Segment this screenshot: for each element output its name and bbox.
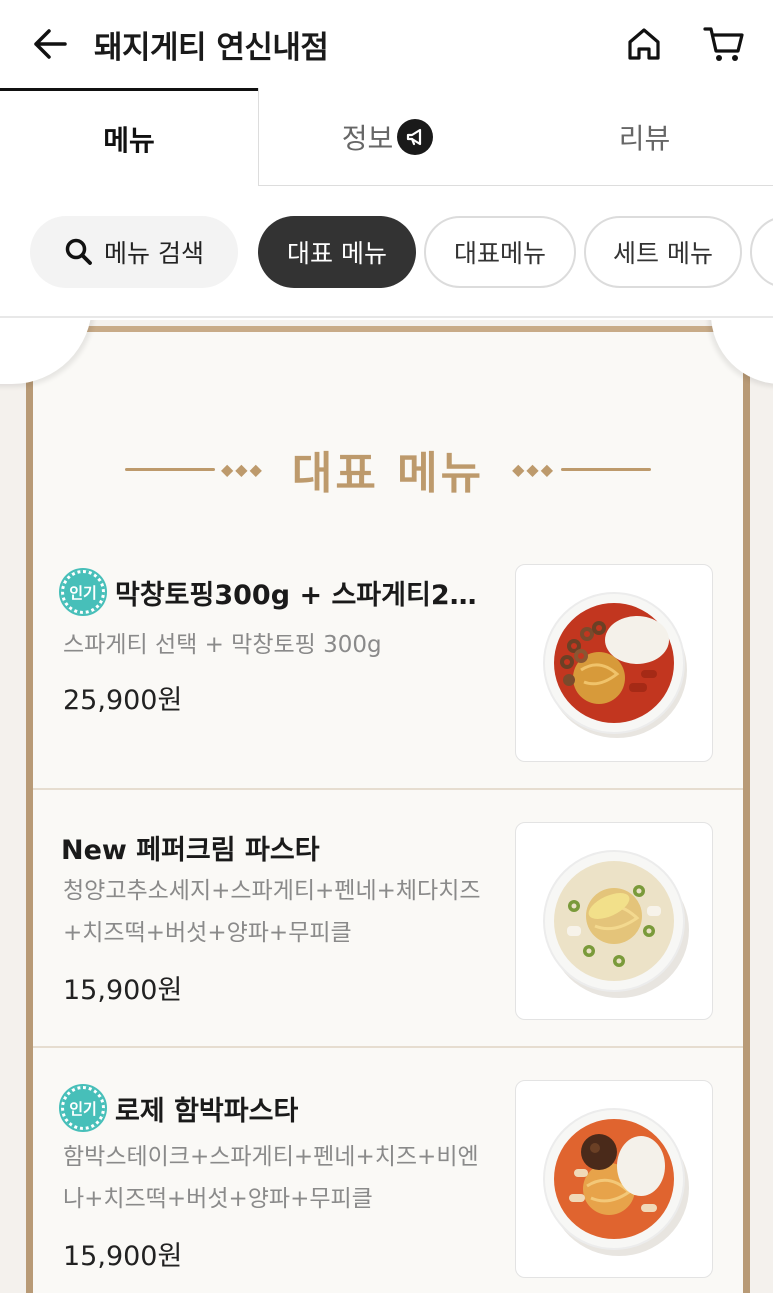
ornament-left: ◆◆◆ — [124, 460, 270, 479]
cart-icon — [703, 27, 744, 61]
ornament-right: ◆◆◆ — [506, 460, 652, 479]
home-button[interactable] — [622, 22, 666, 66]
chip-representative-menu[interactable]: 대표 메뉴 — [258, 216, 416, 288]
menu-item-photo[interactable] — [515, 822, 713, 1020]
menu-item-photo[interactable] — [515, 564, 713, 762]
tab-info-label: 정보 — [341, 121, 394, 155]
store-tabs: 메뉴 정보 리뷰 — [0, 88, 773, 186]
menu-item-name-row: New 페퍼크림 파스타 — [61, 828, 320, 867]
menu-panel: ◆◆◆ 대표 메뉴 ◆◆◆ 인기 막창토핑300g + 스파게티2… 스파게티 … — [26, 326, 750, 1293]
rose-pasta-bowl-image — [543, 1108, 689, 1256]
menu-item-name-row: 인기 막창토핑300g + 스파게티2… — [59, 568, 477, 616]
menu-item-name: 로제 함박파스타 — [115, 1095, 299, 1127]
menu-item-description: 함박스테이크+스파게티+펜네+치즈+비엔나+치즈떡+버섯+양파+무피클 — [63, 1144, 479, 1212]
menu-item[interactable]: New 페퍼크림 파스타 청양고추소세지+스파게티+펜네+체다치즈+치즈떡+버섯… — [33, 790, 743, 1048]
search-icon — [65, 238, 92, 265]
menu-panel-background: ◆◆◆ 대표 메뉴 ◆◆◆ 인기 막창토핑300g + 스파게티2… 스파게티 … — [0, 320, 773, 1293]
menu-item-name: New 페퍼크림 파스타 — [61, 835, 320, 866]
chip-set-menu[interactable]: 세트 메뉴 — [584, 216, 742, 288]
menu-item-description: 청양고추소세지+스파게티+펜네+체다치즈+치즈떡+버섯+양파+무피클 — [63, 878, 481, 946]
cream-pasta-bowl-image — [543, 850, 689, 998]
section-title: 대표 메뉴 — [291, 448, 485, 499]
menu-item-description: 스파게티 선택 + 막창토핑 300g — [63, 632, 382, 658]
megaphone-icon — [397, 118, 434, 155]
store-title: 돼지게티 연신내점 — [94, 30, 329, 66]
menu-item-photo[interactable] — [515, 1080, 713, 1278]
menu-item-price: 25,900원 — [63, 685, 183, 716]
popular-badge: 인기 — [59, 568, 107, 616]
tab-review[interactable]: 리뷰 — [516, 88, 773, 186]
chip-representative-menu-2[interactable]: 대표메뉴 — [424, 216, 576, 288]
tab-review-label: 리뷰 — [618, 121, 671, 155]
menu-item-price: 15,900원 — [63, 975, 183, 1006]
menu-item-price: 15,900원 — [63, 1241, 183, 1272]
back-button[interactable] — [28, 24, 72, 64]
arrow-left-icon — [34, 29, 67, 59]
tab-menu-label: 메뉴 — [103, 123, 155, 157]
menu-item-name-row: 인기 로제 함박파스타 — [59, 1084, 299, 1132]
popular-badge: 인기 — [59, 1084, 107, 1132]
menu-item[interactable]: 인기 로제 함박파스타 함박스테이크+스파게티+펜네+치즈+비엔나+치즈떡+버섯… — [33, 1048, 743, 1293]
cart-button[interactable] — [700, 22, 748, 66]
app-header: 돼지게티 연신내점 — [0, 0, 773, 88]
spicy-pasta-bowl-image — [543, 592, 687, 738]
section-header: ◆◆◆ 대표 메뉴 ◆◆◆ — [33, 434, 743, 504]
tab-info[interactable]: 정보 — [258, 88, 516, 186]
home-icon — [628, 28, 660, 60]
tab-menu[interactable]: 메뉴 — [0, 88, 258, 186]
menu-search-label: 메뉴 검색 — [104, 239, 204, 268]
menu-search-button[interactable]: 메뉴 검색 — [30, 216, 238, 288]
chip-overflow[interactable] — [750, 216, 773, 288]
menu-item-name: 막창토핑300g + 스파게티2… — [115, 579, 477, 611]
category-chip-row: 메뉴 검색 대표 메뉴 대표메뉴 세트 메뉴 — [0, 186, 773, 318]
menu-item[interactable]: 인기 막창토핑300g + 스파게티2… 스파게티 선택 + 막창토핑 300g… — [33, 532, 743, 790]
